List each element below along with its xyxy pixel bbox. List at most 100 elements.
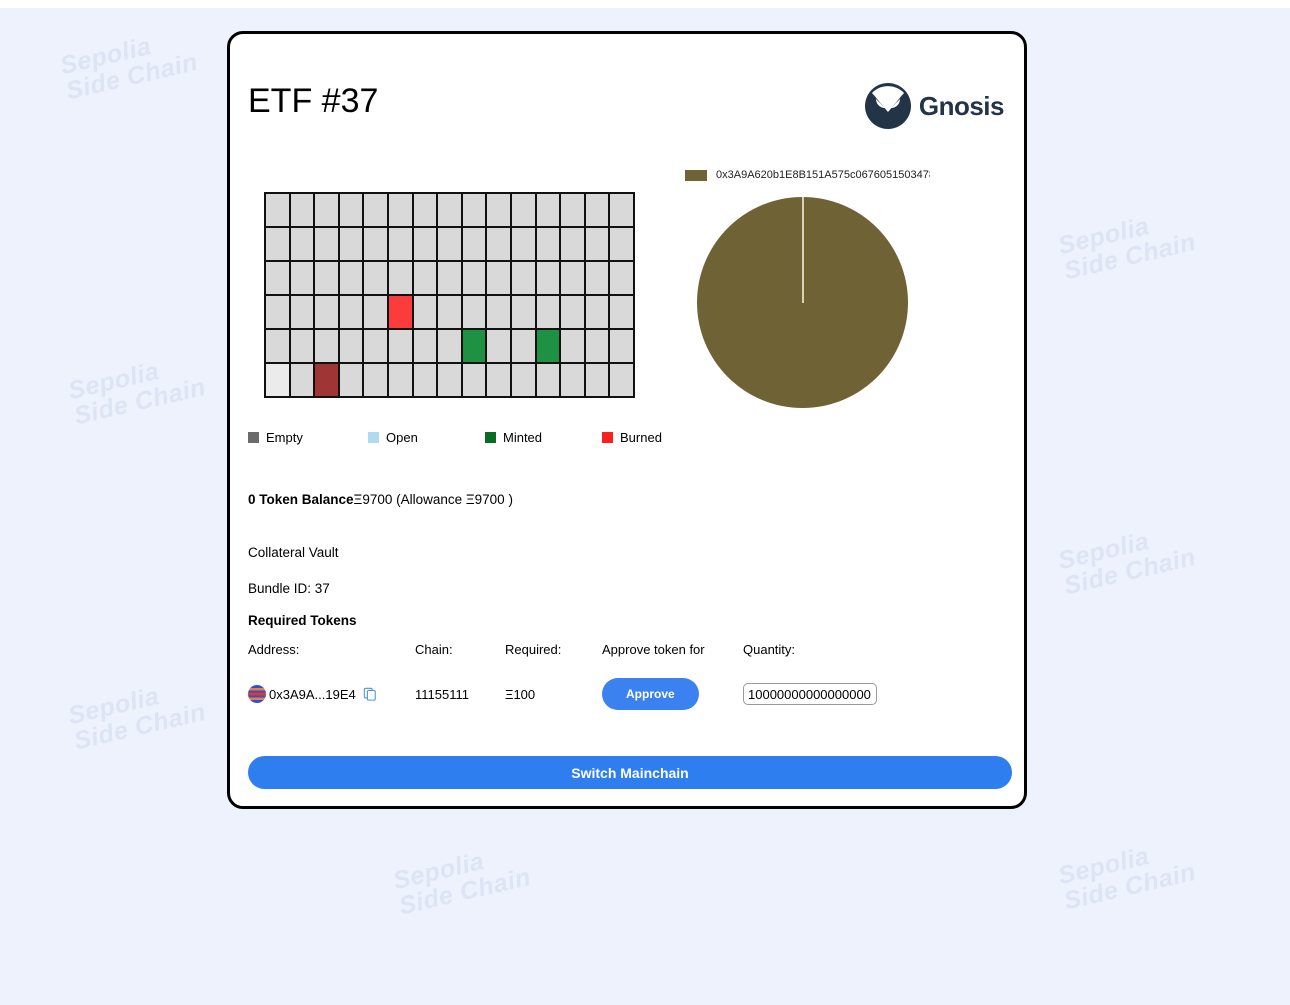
watermark: Sepolia Side Chain xyxy=(65,357,209,431)
grid-cell-empty[interactable] xyxy=(339,262,365,296)
grid-cell-empty[interactable] xyxy=(290,296,316,330)
grid-cell-empty[interactable] xyxy=(413,228,439,262)
grid-cell-empty[interactable] xyxy=(438,228,463,262)
grid-cell-empty[interactable] xyxy=(585,228,611,262)
grid-cell-empty[interactable] xyxy=(413,194,439,228)
grid-cell-empty[interactable] xyxy=(266,296,291,330)
grid-cell-empty[interactable] xyxy=(364,262,389,296)
grid-cell-empty[interactable] xyxy=(487,228,512,262)
grid-cell-empty[interactable] xyxy=(388,330,414,364)
grid-cell-empty[interactable] xyxy=(585,364,611,398)
grid-cell-empty[interactable] xyxy=(364,194,389,228)
grid-cell-empty[interactable] xyxy=(438,364,463,398)
grid-cell-empty[interactable] xyxy=(290,194,316,228)
grid-cell-empty[interactable] xyxy=(315,194,340,228)
grid-cell-empty[interactable] xyxy=(511,296,537,330)
collateral-vault-heading: Collateral Vault xyxy=(248,545,339,560)
grid-cell-empty[interactable] xyxy=(536,262,562,296)
grid-cell-empty[interactable] xyxy=(413,330,439,364)
grid-cell-empty[interactable] xyxy=(315,228,340,262)
grid-cell-empty[interactable] xyxy=(339,296,365,330)
grid-cell-empty[interactable] xyxy=(610,194,635,228)
grid-cell-empty[interactable] xyxy=(536,228,562,262)
grid-cell-empty[interactable] xyxy=(339,364,365,398)
grid-cell-empty[interactable] xyxy=(388,228,414,262)
grid-cell-empty[interactable] xyxy=(585,194,611,228)
grid-cell-empty[interactable] xyxy=(511,330,537,364)
grid-cell-empty[interactable] xyxy=(413,296,439,330)
grid-cell-empty[interactable] xyxy=(610,330,635,364)
grid-cell-empty[interactable] xyxy=(561,228,586,262)
grid-cell-empty[interactable] xyxy=(266,262,291,296)
grid-cell-empty[interactable] xyxy=(266,194,291,228)
grid-cell-empty[interactable] xyxy=(610,364,635,398)
grid-cell-empty[interactable] xyxy=(561,364,586,398)
grid-cell-empty[interactable] xyxy=(462,262,488,296)
grid-cell-empty[interactable] xyxy=(364,330,389,364)
grid-cell-open[interactable] xyxy=(266,364,291,398)
grid-cell-dark[interactable] xyxy=(315,364,340,398)
grid-cell-empty[interactable] xyxy=(290,262,316,296)
grid-cell-empty[interactable] xyxy=(339,228,365,262)
grid-cell-empty[interactable] xyxy=(290,364,316,398)
grid-cell-empty[interactable] xyxy=(339,330,365,364)
grid-cell-empty[interactable] xyxy=(388,194,414,228)
grid-cell-minted[interactable] xyxy=(462,330,488,364)
grid-cell-empty[interactable] xyxy=(364,296,389,330)
watermark: Sepolia Side Chain xyxy=(57,32,201,106)
grid-cell-empty[interactable] xyxy=(487,194,512,228)
grid-cell-empty[interactable] xyxy=(413,262,439,296)
grid-cell-empty[interactable] xyxy=(561,194,586,228)
grid-cell-empty[interactable] xyxy=(315,296,340,330)
grid-cell-empty[interactable] xyxy=(315,330,340,364)
grid-cell-empty[interactable] xyxy=(364,228,389,262)
grid-cell-empty[interactable] xyxy=(315,262,340,296)
grid-cell-empty[interactable] xyxy=(462,194,488,228)
grid-cell-empty[interactable] xyxy=(462,296,488,330)
grid-cell-empty[interactable] xyxy=(536,364,562,398)
grid-cell-empty[interactable] xyxy=(610,296,635,330)
grid-cell-empty[interactable] xyxy=(585,296,611,330)
approve-button[interactable]: Approve xyxy=(602,678,699,710)
grid-cell-empty[interactable] xyxy=(487,330,512,364)
grid-cell-minted[interactable] xyxy=(536,330,562,364)
copy-icon[interactable] xyxy=(363,687,377,701)
grid-cell-empty[interactable] xyxy=(438,296,463,330)
grid-cell-empty[interactable] xyxy=(413,364,439,398)
grid-cell-empty[interactable] xyxy=(438,330,463,364)
grid-cell-empty[interactable] xyxy=(388,262,414,296)
grid-cell-empty[interactable] xyxy=(511,262,537,296)
token-grid[interactable] xyxy=(264,192,635,398)
grid-cell-empty[interactable] xyxy=(462,364,488,398)
grid-cell-empty[interactable] xyxy=(561,296,586,330)
grid-cell-empty[interactable] xyxy=(339,194,365,228)
grid-cell-empty[interactable] xyxy=(585,330,611,364)
grid-cell-empty[interactable] xyxy=(511,364,537,398)
grid-cell-empty[interactable] xyxy=(438,262,463,296)
grid-cell-empty[interactable] xyxy=(266,228,291,262)
grid-cell-empty[interactable] xyxy=(536,194,562,228)
grid-cell-empty[interactable] xyxy=(438,194,463,228)
grid-cell-empty[interactable] xyxy=(610,262,635,296)
grid-cell-empty[interactable] xyxy=(266,330,291,364)
grid-cell-empty[interactable] xyxy=(388,364,414,398)
grid-cell-empty[interactable] xyxy=(585,262,611,296)
grid-cell-empty[interactable] xyxy=(487,364,512,398)
column-header-quantity: Quantity: xyxy=(743,642,796,657)
grid-cell-empty[interactable] xyxy=(561,330,586,364)
column-header-address: Address: xyxy=(248,642,300,657)
grid-cell-burned[interactable] xyxy=(388,296,414,330)
grid-cell-empty[interactable] xyxy=(511,194,537,228)
grid-cell-empty[interactable] xyxy=(487,262,512,296)
grid-cell-empty[interactable] xyxy=(536,296,562,330)
grid-cell-empty[interactable] xyxy=(290,330,316,364)
grid-cell-empty[interactable] xyxy=(462,228,488,262)
grid-cell-empty[interactable] xyxy=(364,364,389,398)
grid-cell-empty[interactable] xyxy=(487,296,512,330)
switch-mainchain-button[interactable]: Switch Mainchain xyxy=(248,756,1012,789)
grid-cell-empty[interactable] xyxy=(511,228,537,262)
grid-cell-empty[interactable] xyxy=(561,262,586,296)
grid-cell-empty[interactable] xyxy=(610,228,635,262)
quantity-input[interactable] xyxy=(743,683,877,705)
grid-cell-empty[interactable] xyxy=(290,228,316,262)
